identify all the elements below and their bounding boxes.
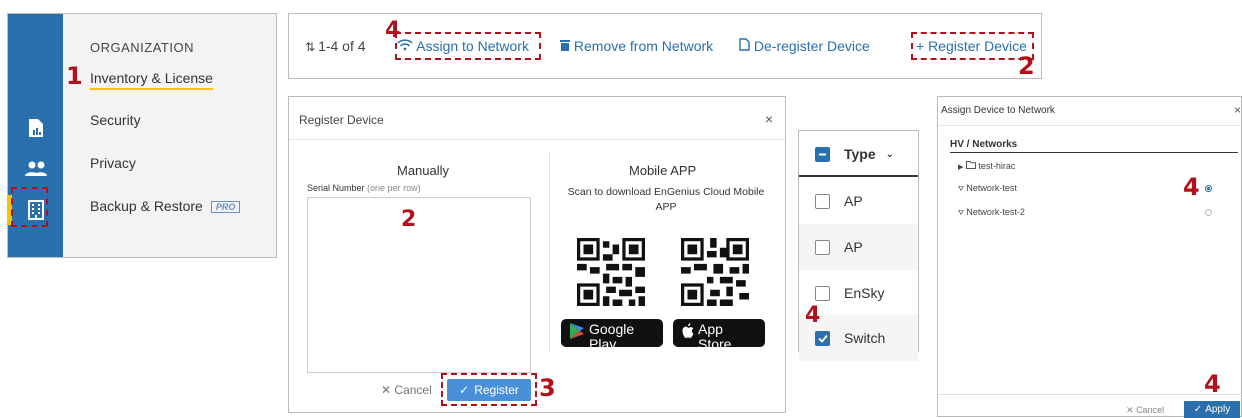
cancel-label: Cancel bbox=[1136, 405, 1165, 415]
row-checkbox[interactable] bbox=[815, 239, 830, 255]
apply-label: Apply bbox=[1205, 404, 1231, 415]
folder-row[interactable]: ▶ test-hirac bbox=[958, 161, 1015, 171]
serial-number-input[interactable] bbox=[307, 197, 531, 373]
highlight-box-register bbox=[911, 32, 1034, 60]
settings-sidebar: ORGANIZATION Inventory & License Securit… bbox=[7, 13, 277, 258]
step-marker: 4 bbox=[385, 18, 401, 43]
caret-right-icon: ▶ bbox=[958, 164, 964, 171]
network-label: Network-test-2 bbox=[966, 207, 1025, 217]
dialog-title: Assign Device to Network bbox=[941, 105, 1055, 116]
cancel-button[interactable]: ✕ Cancel bbox=[381, 383, 432, 397]
highlight-box-register-button bbox=[441, 373, 537, 406]
mobile-description: Scan to download EnGenius Cloud Mobile A… bbox=[567, 186, 765, 213]
apple-large-text: App Store bbox=[698, 320, 732, 352]
section-title: ORGANIZATION bbox=[90, 40, 194, 55]
type-column-header: Type ⌄ bbox=[799, 133, 918, 177]
type-cell: Switch bbox=[844, 330, 886, 346]
table-row[interactable]: AP bbox=[799, 178, 918, 224]
apple-icon bbox=[681, 322, 694, 344]
type-cell: AP bbox=[844, 239, 863, 255]
trash-icon bbox=[560, 38, 574, 54]
dialog-title: Register Device bbox=[299, 113, 384, 127]
step-marker: 3 bbox=[539, 374, 556, 402]
select-all-checkbox[interactable] bbox=[815, 146, 830, 162]
footer-divider bbox=[938, 394, 1242, 395]
users-icon[interactable] bbox=[8, 154, 63, 184]
sidebar-item-privacy[interactable]: Privacy bbox=[90, 155, 136, 171]
serial-label-text: Serial Number bbox=[307, 183, 365, 193]
column-divider bbox=[549, 152, 550, 352]
device-toolbar: ⇅ 1-4 of 4 Assign to Network 4 Remove fro… bbox=[288, 13, 1042, 80]
table-row[interactable]: AP bbox=[799, 224, 918, 270]
sidebar-item-backup[interactable]: Backup & Restore PRO bbox=[90, 198, 241, 214]
folder-icon bbox=[965, 161, 979, 171]
close-icon: ✕ bbox=[1126, 405, 1134, 415]
step-marker: 4 bbox=[805, 303, 821, 328]
serial-label: Serial Number (one per row) bbox=[307, 183, 421, 193]
highlight-box-assign bbox=[395, 32, 541, 60]
serial-hint: (one per row) bbox=[367, 183, 421, 193]
row-checkbox-checked[interactable] bbox=[815, 330, 830, 346]
sort-icon[interactable]: ⇅ bbox=[305, 40, 315, 54]
highlight-box-building bbox=[11, 187, 48, 227]
type-cell: AP bbox=[844, 193, 863, 209]
step-marker: 4 bbox=[1204, 370, 1221, 398]
mobile-heading: Mobile APP bbox=[629, 163, 697, 178]
row-checkbox[interactable] bbox=[815, 193, 830, 209]
chevron-down-icon: ⌄ bbox=[885, 148, 895, 160]
folder-label: test-hirac bbox=[978, 161, 1016, 171]
close-icon[interactable]: × bbox=[765, 111, 773, 127]
divider bbox=[289, 139, 785, 140]
network-row[interactable]: ⛛ Network-test bbox=[958, 183, 1017, 194]
close-icon: ✕ bbox=[381, 383, 392, 397]
checkmark-icon: ✓ bbox=[1193, 404, 1203, 415]
google-play-badge[interactable]: GET IT ON Google Play bbox=[561, 315, 663, 351]
step-marker: 1 bbox=[66, 62, 83, 90]
network-icon: ⛛ bbox=[958, 186, 964, 193]
pagination: ⇅ 1-4 of 4 bbox=[305, 38, 366, 54]
remove-from-network-button[interactable]: Remove from Network bbox=[560, 38, 713, 54]
report-icon[interactable] bbox=[8, 113, 63, 143]
network-radio-selected[interactable] bbox=[1205, 185, 1212, 192]
deregister-label: De-register Device bbox=[753, 38, 870, 54]
qr-code-apple bbox=[681, 238, 749, 306]
manual-heading: Manually bbox=[397, 163, 450, 178]
deregister-device-button[interactable]: De-register Device bbox=[739, 38, 870, 54]
register-device-dialog: Register Device × Manually Serial Number… bbox=[288, 96, 786, 413]
network-radio[interactable] bbox=[1205, 209, 1212, 216]
step-marker: 2 bbox=[1018, 52, 1035, 80]
type-cell: EnSky bbox=[844, 285, 885, 301]
type-header-label: Type bbox=[844, 146, 876, 162]
remove-label: Remove from Network bbox=[573, 38, 714, 54]
close-icon[interactable]: × bbox=[1234, 103, 1241, 117]
divider bbox=[938, 125, 1241, 126]
assign-device-dialog: Assign Device to Network × HV / Networks… bbox=[937, 96, 1242, 418]
sidebar-item-security[interactable]: Security bbox=[90, 112, 141, 128]
device-type-column: Type ⌄ AP AP EnSky Switch 4 bbox=[798, 130, 919, 361]
row-checkbox[interactable] bbox=[815, 285, 830, 301]
type-sort[interactable]: Type ⌄ bbox=[844, 146, 894, 162]
network-icon: ⛛ bbox=[958, 210, 964, 217]
network-row[interactable]: ⛛ Network-test-2 bbox=[958, 207, 1025, 218]
play-icon bbox=[569, 322, 585, 345]
qr-code-google bbox=[577, 238, 645, 306]
sidebar-item-label: Backup & Restore bbox=[90, 198, 203, 214]
pro-badge: PRO bbox=[210, 201, 241, 214]
app-store-badge[interactable]: Download on the App Store bbox=[673, 315, 765, 351]
step-marker: 2 bbox=[401, 207, 417, 232]
network-label: Network-test bbox=[966, 183, 1017, 193]
cancel-button[interactable]: ✕ Cancel bbox=[1126, 405, 1164, 416]
sidebar-item-inventory[interactable]: Inventory & License bbox=[90, 70, 213, 90]
google-large-text: Google Play bbox=[589, 320, 635, 352]
networks-subheader: HV / Networks bbox=[950, 139, 1018, 150]
step-marker: 4 bbox=[1183, 173, 1200, 201]
cancel-label: Cancel bbox=[394, 383, 432, 397]
document-icon bbox=[739, 38, 754, 54]
apply-button[interactable]: ✓ Apply bbox=[1184, 401, 1240, 418]
subheader-underline bbox=[950, 152, 1238, 153]
pagination-text: 1-4 of 4 bbox=[318, 38, 366, 54]
